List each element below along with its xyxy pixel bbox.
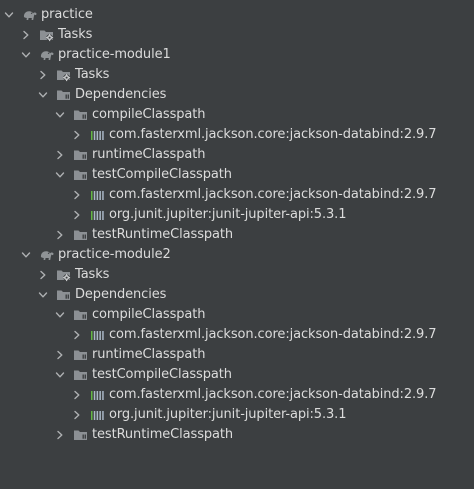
- tree-node-tasks-module2[interactable]: Tasks: [0, 265, 474, 285]
- chevron-down-icon[interactable]: [38, 90, 48, 100]
- tree-node-label: Tasks: [75, 67, 110, 82]
- chevron-down-icon[interactable]: [55, 310, 65, 320]
- folder-icon: [73, 347, 89, 363]
- tree-node-label: Dependencies: [75, 287, 167, 302]
- folder-icon: [73, 107, 89, 123]
- chevron-right-icon[interactable]: [38, 270, 48, 280]
- chevron-right-icon[interactable]: [55, 230, 65, 240]
- chevron-right-icon[interactable]: [55, 150, 65, 160]
- folder-icon: [73, 227, 89, 243]
- tree-node-label: testCompileClasspath: [92, 167, 232, 182]
- chevron-right-icon[interactable]: [72, 390, 82, 400]
- tasks-folder-gear-icon: [56, 267, 72, 283]
- chevron-right-icon[interactable]: [55, 430, 65, 440]
- tree-node-label: runtimeClasspath: [92, 347, 206, 362]
- chevron-down-icon[interactable]: [55, 370, 65, 380]
- tree-node-label: testCompileClasspath: [92, 367, 232, 382]
- tree-node-dep-junit-testcompile-module1[interactable]: org.junit.jupiter:junit-jupiter-api:5.3.…: [0, 205, 474, 225]
- tree-node-label: Dependencies: [75, 87, 167, 102]
- library-jar-icon: [90, 387, 106, 403]
- gradle-elephant-icon: [22, 7, 38, 23]
- tree-node-dep-jackson-testcompile-module2[interactable]: com.fasterxml.jackson.core:jackson-datab…: [0, 385, 474, 405]
- tree-node-module-practice-module1[interactable]: practice-module1: [0, 45, 474, 65]
- library-jar-icon: [90, 127, 106, 143]
- tree-node-label: Tasks: [75, 267, 110, 282]
- tree-node-compile-classpath-module1[interactable]: compileClasspath: [0, 105, 474, 125]
- gradle-elephant-icon: [39, 247, 55, 263]
- library-jar-icon: [90, 187, 106, 203]
- tree-node-tasks-module1[interactable]: Tasks: [0, 65, 474, 85]
- chevron-right-icon[interactable]: [21, 30, 31, 40]
- folder-icon: [73, 367, 89, 383]
- chevron-right-icon[interactable]: [72, 190, 82, 200]
- chevron-right-icon[interactable]: [72, 410, 82, 420]
- library-jar-icon: [90, 327, 106, 343]
- chevron-right-icon[interactable]: [72, 210, 82, 220]
- tree-node-label: compileClasspath: [92, 107, 206, 122]
- tree-node-module-practice-module2[interactable]: practice-module2: [0, 245, 474, 265]
- tree-node-dependencies-module1[interactable]: Dependencies: [0, 85, 474, 105]
- chevron-down-icon[interactable]: [38, 290, 48, 300]
- folder-icon: [73, 147, 89, 163]
- tree-node-dep-jackson-compile-module1[interactable]: com.fasterxml.jackson.core:jackson-datab…: [0, 125, 474, 145]
- chevron-down-icon[interactable]: [4, 10, 14, 20]
- tree-node-test-compile-classpath-module1[interactable]: testCompileClasspath: [0, 165, 474, 185]
- tree-node-dep-jackson-testcompile-module1[interactable]: com.fasterxml.jackson.core:jackson-datab…: [0, 185, 474, 205]
- tree-node-test-runtime-classpath-module1[interactable]: testRuntimeClasspath: [0, 225, 474, 245]
- tree-node-runtime-classpath-module1[interactable]: runtimeClasspath: [0, 145, 474, 165]
- tree-node-project-practice[interactable]: practice: [0, 5, 474, 25]
- tree-node-label: com.fasterxml.jackson.core:jackson-datab…: [109, 387, 437, 402]
- tree-node-runtime-classpath-module2[interactable]: runtimeClasspath: [0, 345, 474, 365]
- gradle-project-tree: practice Tasks practice-module1 Tasks Depend…: [0, 0, 474, 445]
- chevron-right-icon[interactable]: [38, 70, 48, 80]
- tree-node-dependencies-module2[interactable]: Dependencies: [0, 285, 474, 305]
- tree-node-label: runtimeClasspath: [92, 147, 206, 162]
- chevron-right-icon[interactable]: [72, 330, 82, 340]
- tree-node-label: practice-module1: [58, 47, 171, 62]
- tree-node-label: com.fasterxml.jackson.core:jackson-datab…: [109, 127, 437, 142]
- tree-node-compile-classpath-module2[interactable]: compileClasspath: [0, 305, 474, 325]
- chevron-down-icon[interactable]: [21, 250, 31, 260]
- tree-node-tasks-practice[interactable]: Tasks: [0, 25, 474, 45]
- chevron-right-icon[interactable]: [55, 350, 65, 360]
- tree-node-dep-junit-testcompile-module2[interactable]: org.junit.jupiter:junit-jupiter-api:5.3.…: [0, 405, 474, 425]
- tree-node-label: Tasks: [58, 27, 93, 42]
- folder-icon: [56, 287, 72, 303]
- tree-node-label: testRuntimeClasspath: [92, 227, 234, 242]
- tasks-folder-gear-icon: [39, 27, 55, 43]
- folder-icon: [73, 427, 89, 443]
- tree-node-label: com.fasterxml.jackson.core:jackson-datab…: [109, 327, 437, 342]
- tree-node-label: compileClasspath: [92, 307, 206, 322]
- chevron-down-icon[interactable]: [55, 170, 65, 180]
- gradle-elephant-icon: [39, 47, 55, 63]
- tree-node-label: practice: [41, 7, 93, 22]
- tree-node-label: testRuntimeClasspath: [92, 427, 234, 442]
- tree-node-test-compile-classpath-module2[interactable]: testCompileClasspath: [0, 365, 474, 385]
- tree-node-test-runtime-classpath-module2[interactable]: testRuntimeClasspath: [0, 425, 474, 445]
- tasks-folder-gear-icon: [56, 67, 72, 83]
- library-jar-icon: [90, 207, 106, 223]
- tree-node-label: com.fasterxml.jackson.core:jackson-datab…: [109, 187, 437, 202]
- tree-node-label: org.junit.jupiter:junit-jupiter-api:5.3.…: [109, 207, 347, 222]
- folder-icon: [56, 87, 72, 103]
- tree-node-dep-jackson-compile-module2[interactable]: com.fasterxml.jackson.core:jackson-datab…: [0, 325, 474, 345]
- folder-icon: [73, 167, 89, 183]
- chevron-down-icon[interactable]: [55, 110, 65, 120]
- folder-icon: [73, 307, 89, 323]
- library-jar-icon: [90, 407, 106, 423]
- chevron-down-icon[interactable]: [21, 50, 31, 60]
- tree-node-label: practice-module2: [58, 247, 171, 262]
- chevron-right-icon[interactable]: [72, 130, 82, 140]
- tree-node-label: org.junit.jupiter:junit-jupiter-api:5.3.…: [109, 407, 347, 422]
